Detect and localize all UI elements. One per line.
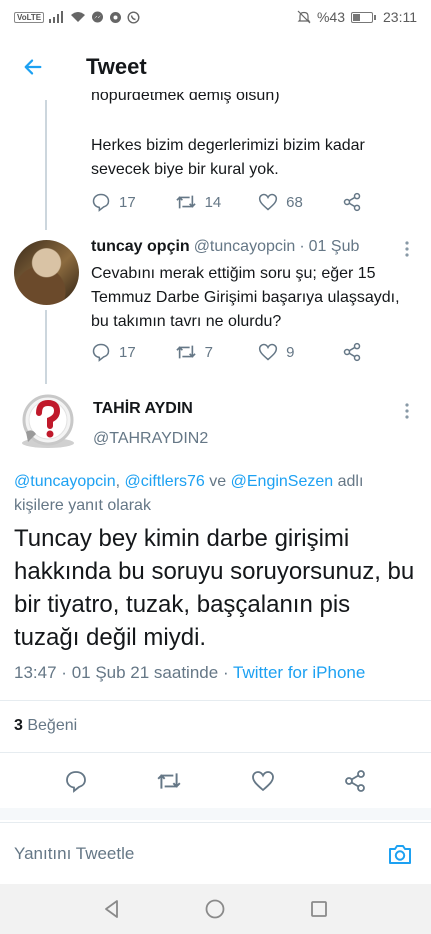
user-name[interactable]: tuncay opçin [91,238,190,256]
tweet-header: tuncay opçin @tuncayopcin · 01 Şub [91,238,359,256]
tweet-actions: 17 7 9 [91,342,381,362]
thread-line [45,310,47,384]
mention-link[interactable]: @tuncayopcin [14,473,116,490]
divider [0,752,431,753]
like-count: 9 [286,343,295,361]
tweet-actions: 17 14 68 [91,192,381,212]
heart-icon [251,770,274,791]
tweet-date: 01 Şub 21 saatinde [71,663,219,682]
retweet-icon [157,772,181,789]
tweet-client-link[interactable]: Twitter for iPhone [233,663,365,682]
camera-button[interactable] [383,837,417,871]
clock: 23:11 [383,9,417,25]
settings-icon [110,11,122,23]
whatsapp-icon [127,10,140,24]
retweet-icon [175,345,196,359]
retweet-button[interactable]: 14 [175,192,259,212]
tweet-date: 01 Şub [308,238,360,255]
nav-back-button[interactable] [92,889,132,929]
reply-button[interactable]: 17 [91,342,175,362]
user-handle[interactable]: @TAHRAYDIN2 [93,430,208,448]
battery-icon [351,11,376,23]
retweet-button[interactable]: 7 [175,342,259,362]
heart-icon [259,193,278,211]
mute-icon [297,10,311,24]
divider [0,700,431,701]
battery-percent: %43 [316,9,345,25]
separator-dot: · [299,238,305,255]
like-button[interactable] [251,769,275,798]
reply-composer: Yanıtını Tweetle [0,822,431,884]
like-button[interactable]: 9 [258,342,342,362]
triangle-back-icon [104,900,118,918]
wifi-icon [71,12,86,22]
user-name[interactable]: TAHİR AYDIN [93,400,193,418]
share-icon [344,769,365,792]
tweet-text: Tuncay bey kimin darbe girişimi hakkında… [14,525,415,651]
more-vertical-icon [405,403,409,419]
status-bar: VoLTE %43 23:11 [0,0,431,34]
question-mark-avatar-icon [22,394,74,448]
mention-link[interactable]: @EnginSezen [231,473,334,490]
page-title: Tweet [86,54,147,79]
user-handle[interactable]: @tuncayopcin [194,238,296,256]
likes-label: Beğeni [27,717,78,734]
messenger-icon [92,11,104,22]
avatar[interactable] [14,388,79,453]
retweet-icon [175,195,196,209]
square-recents-icon [311,901,328,917]
circle-home-icon [206,899,225,919]
reply-count: 17 [119,193,136,211]
system-nav-bar [0,884,431,934]
signal-icon [49,11,64,23]
separator-dot: · [222,663,229,682]
separator-dot: · [61,663,67,682]
like-count: 68 [286,193,303,211]
reply-button[interactable]: 17 [91,192,175,212]
reply-context: @tuncayopcin, @ciftlers76 ve @EnginSezen… [14,470,414,518]
avatar[interactable] [14,240,79,305]
main-tweet-actions [0,760,431,806]
tweet-time: 13:47 [14,663,57,682]
mention-and: ve [209,473,227,490]
share-button[interactable] [342,342,381,362]
mention-link[interactable]: @ciftlers76 [125,473,205,490]
retweet-button[interactable] [156,769,182,798]
retweet-count: 14 [204,193,222,211]
reply-icon [92,343,110,362]
tweet-text: Cevabını merak ettiğim soru şu; eğer 15 … [91,265,400,330]
share-button[interactable] [342,192,381,212]
arrow-left-icon [24,59,42,75]
more-options-button[interactable] [402,402,412,420]
share-button[interactable] [343,769,367,798]
nav-home-button[interactable] [195,889,235,929]
heart-icon [259,343,278,361]
reply-icon [92,193,110,212]
more-vertical-icon [405,241,409,257]
volte-icon: VoLTE [14,11,45,23]
share-icon [343,192,360,212]
reply-count: 17 [119,343,136,361]
likes-summary[interactable]: 3 Beğeni [14,717,77,735]
retweet-count: 7 [204,343,213,361]
camera-icon [389,844,411,864]
nav-recents-button[interactable] [299,889,339,929]
share-icon [343,342,360,362]
tweet-meta: 13:47 · 01 Şub 21 saatinde · Twitter for… [14,663,365,683]
mention-comma: , [115,473,121,490]
reply-icon [66,770,87,793]
tweet-text: Herkes bizim degerlerimizi bizim kadar s… [91,137,365,178]
divider [0,808,431,820]
thread-line [45,100,47,230]
back-button[interactable] [0,34,66,100]
app-bar: Tweet [0,34,431,100]
like-button[interactable]: 68 [258,192,342,212]
reply-input[interactable]: Yanıtını Tweetle [14,844,134,864]
more-options-button[interactable] [402,240,412,258]
likes-count: 3 [14,717,23,734]
reply-button[interactable] [64,769,88,798]
